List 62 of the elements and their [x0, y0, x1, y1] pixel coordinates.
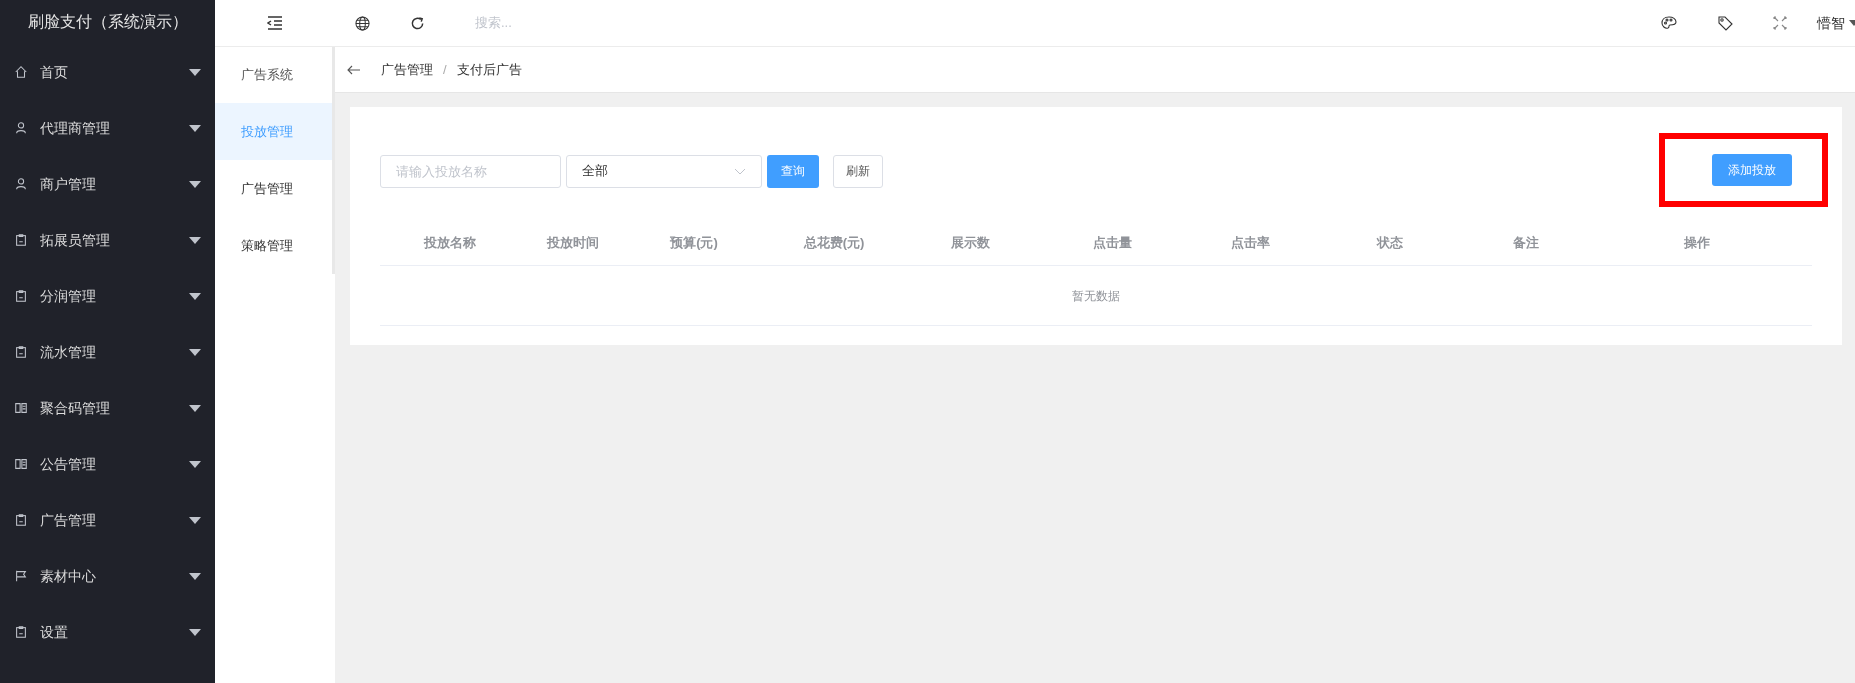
sidebar-item[interactable]: 首页: [0, 44, 215, 100]
caret-icon: [189, 180, 201, 188]
sidebar-item[interactable]: 流水管理: [0, 324, 215, 380]
back-arrow-icon[interactable]: [347, 64, 361, 75]
chevron-down-icon: [734, 167, 746, 175]
column-header: 点击率: [1230, 234, 1270, 253]
fullscreen-icon[interactable]: [1773, 16, 1787, 30]
caret-icon: [189, 348, 201, 356]
sidebar-item[interactable]: 公告管理: [0, 436, 215, 492]
sidebar-item[interactable]: 商户管理: [0, 156, 215, 212]
breadcrumb-item[interactable]: 广告管理: [381, 59, 433, 80]
book-icon: [14, 457, 28, 471]
column-header: 状态: [1377, 234, 1403, 253]
sidebar-item[interactable]: 素材中心: [0, 548, 215, 604]
column-header: 操作: [1684, 234, 1710, 253]
clipboard-icon: [14, 289, 28, 303]
app-title: 刷脸支付（系统演示）: [27, 12, 188, 32]
sidebar-item[interactable]: 广告管理: [0, 492, 215, 548]
clipboard-icon: [14, 233, 28, 247]
search-field[interactable]: 搜索...: [475, 13, 775, 33]
user-menu[interactable]: 懵智: [1817, 12, 1855, 34]
clipboard-icon: [14, 625, 28, 639]
user-icon: [14, 121, 28, 135]
refresh-icon[interactable]: [410, 15, 425, 31]
globe-icon[interactable]: [355, 15, 370, 31]
caret-icon: [189, 404, 201, 412]
column-header: 点击量: [1092, 234, 1132, 253]
breadcrumb-item[interactable]: 支付后广告: [456, 59, 522, 80]
caret-icon: [189, 292, 201, 300]
sidebar-item[interactable]: 聚合码管理: [0, 380, 215, 436]
caret-icon: [189, 124, 201, 132]
status-select[interactable]: 全部: [566, 154, 762, 188]
tag-icon[interactable]: [1717, 15, 1733, 31]
column-header: 预算(元): [670, 234, 718, 253]
caret-icon: [189, 236, 201, 244]
caret-icon: [189, 516, 201, 524]
sidebar-item[interactable]: 拓展员管理: [0, 212, 215, 268]
clipboard-icon: [14, 345, 28, 359]
caret-icon: [189, 572, 201, 580]
caret-icon: [189, 460, 201, 468]
column-header: 总花费(元): [803, 234, 865, 253]
book-icon: [14, 401, 28, 415]
palette-icon[interactable]: [1661, 16, 1677, 30]
column-header: 投放名称: [424, 234, 476, 253]
column-header: 投放时间: [547, 234, 599, 253]
caret-icon: [189, 68, 201, 76]
column-header: 展示数: [950, 234, 990, 253]
sidebar-item[interactable]: 分润管理: [0, 268, 215, 324]
breadcrumb-separator: /: [443, 60, 447, 79]
home-icon: [14, 65, 28, 79]
refresh-button[interactable]: 刷新: [833, 154, 883, 188]
flag-icon: [14, 569, 28, 583]
submenu-title: 广告系统: [241, 66, 293, 85]
name-input-field[interactable]: 请输入投放名称: [380, 154, 561, 188]
sidebar-item[interactable]: 设置: [0, 604, 215, 660]
user-icon: [14, 177, 28, 191]
sidebar-item[interactable]: 代理商管理: [0, 100, 215, 156]
caret-icon: [189, 628, 201, 636]
menu-fold-icon[interactable]: [267, 16, 283, 30]
clipboard-icon: [14, 513, 28, 527]
empty-table-text: 暂无数据: [1072, 287, 1120, 305]
column-header: 备注: [1513, 234, 1539, 253]
